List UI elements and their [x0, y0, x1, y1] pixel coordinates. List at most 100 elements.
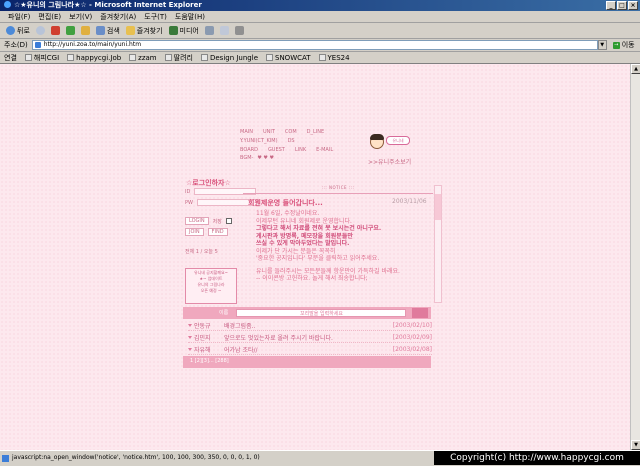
nav-main[interactable]: MAIN — [240, 128, 253, 137]
menu-edit[interactable]: 편집(E) — [38, 11, 61, 22]
menu-tools[interactable]: 도구(T) — [144, 11, 167, 22]
comment-author: 안동규 — [194, 323, 211, 330]
media-button[interactable]: 미디어 — [168, 26, 199, 36]
nav-yyuni[interactable]: Y.YUNI(CT_KIM) — [240, 137, 278, 146]
post-title[interactable]: 회원제운영 들어갑니다... — [248, 198, 323, 208]
post-body: 11월 6일, 수정날이네요. 이제부턴 유니네 회원제로 운영합니다. 그렇다… — [256, 210, 446, 283]
join-button[interactable]: JOIN — [185, 228, 204, 236]
comment-row[interactable]: 안동규 배경그림좀.. [2003/02/10] — [188, 321, 432, 331]
site-nav: MAIN UNIT COM D_LINE Y.YUNI(CT_KIM) DS B… — [240, 128, 360, 161]
post-line: 이제부턴 유니네 회원제로 운영합니다. — [256, 217, 352, 225]
nav-com[interactable]: COM — [285, 128, 297, 137]
nav-unit[interactable]: UNIT — [263, 128, 275, 137]
menu-help[interactable]: 도움말(H) — [175, 11, 205, 22]
link-page-icon — [318, 53, 326, 61]
nav-ds[interactable]: DS — [288, 137, 295, 146]
back-arrow-icon — [6, 26, 15, 35]
nav-bgm[interactable]: BGM- — [240, 155, 253, 161]
visit-counter: 전체 1 / 오늘 5 — [185, 249, 218, 255]
notice-scrollbar[interactable] — [434, 185, 442, 303]
login-buttons-row: LOGIN 저장 — [185, 217, 232, 225]
login-button[interactable]: LOGIN — [185, 217, 209, 225]
address-input[interactable]: http://yuni.zoa.to/main/yuni.htm — [31, 40, 598, 50]
link-page-icon — [67, 53, 75, 61]
triangle-bullet-icon — [188, 348, 192, 351]
save-checkbox[interactable] — [225, 218, 232, 224]
menu-bar: 파일(F) 편집(E) 보기(V) 즐겨찾기(A) 도구(T) 도움말(H) — [0, 11, 640, 23]
reply-submit-button[interactable] — [412, 308, 428, 318]
comment-text: 배경그림좀.. — [224, 323, 256, 330]
back-button[interactable]: 뒤로 — [6, 26, 30, 36]
pager-links[interactable]: 1 [2][3]... [288] — [190, 358, 229, 364]
girl-face-icon — [370, 134, 384, 149]
search-button[interactable]: 검색 — [95, 26, 120, 36]
comment-row[interactable]: 자유해 어가남 조타// [2003/02/08] — [188, 345, 432, 355]
avatar: 유니네 — [368, 133, 410, 157]
copyright-banner: Copyright(c) http://www.happycgi.com — [434, 451, 640, 465]
nav-dline[interactable]: D_LINE — [307, 128, 325, 137]
go-button[interactable]: → 이동 — [612, 40, 635, 50]
comment-author: 김민지 — [194, 335, 211, 342]
link-item[interactable]: 해피CGI — [24, 53, 59, 63]
menu-view[interactable]: 보기(V) — [69, 11, 92, 22]
toolbar: 뒤로 검색 즐겨찾기 미디어 — [0, 23, 640, 39]
search-label: 검색 — [106, 26, 120, 35]
back-label: 뒤로 — [17, 26, 30, 35]
post-line: 11월 6일, 수정날이네요. — [256, 210, 320, 217]
refresh-button[interactable] — [65, 26, 75, 35]
mail-button[interactable] — [219, 26, 229, 35]
nav-board[interactable]: BOARD — [240, 146, 258, 155]
yuni-address-link[interactable]: >>유니주소보기 — [368, 157, 411, 166]
forward-button[interactable] — [35, 26, 45, 35]
post-line: -- 이이콘방 고헌하요. 놀게 해서 죄송합니다; — [256, 275, 368, 282]
stop-button[interactable] — [50, 26, 60, 35]
scroll-up-button[interactable]: ▲ — [631, 64, 640, 74]
print-button[interactable] — [234, 26, 244, 35]
link-item[interactable]: zzam — [129, 53, 157, 62]
scroll-down-button[interactable]: ▼ — [631, 440, 640, 450]
ie-logo-icon — [4, 1, 11, 8]
nav-email[interactable]: E-MAIL — [316, 146, 333, 155]
links-label: 연결 — [4, 53, 17, 62]
link-label: YES24 — [327, 53, 350, 62]
menu-file[interactable]: 파일(F) — [8, 11, 30, 22]
stop-icon — [50, 26, 60, 35]
nav-guest[interactable]: GUEST — [268, 146, 285, 155]
history-button[interactable] — [204, 26, 214, 35]
status-text: javascript:na_open_window('notice', 'not… — [12, 454, 260, 461]
address-label: 주소(D) — [4, 41, 28, 49]
minimize-button[interactable]: _ — [606, 1, 616, 10]
link-item[interactable]: Design Jungle — [200, 53, 258, 62]
menu-favorites[interactable]: 즐겨찾기(A) — [100, 11, 136, 22]
link-label: zzam — [138, 53, 157, 62]
post-line: 이제가 단 가시는 분들은 꼭꼭히 — [256, 247, 336, 255]
comment-row[interactable]: 김민지 앞으로도 멋있는자료 올려 주시기 바랍니다. [2003/02/09] — [188, 333, 432, 343]
find-button[interactable]: FIND — [207, 228, 228, 236]
link-label: happycgi.Job — [76, 53, 122, 62]
link-page-icon — [24, 53, 32, 61]
comment-date: [2003/02/08] — [392, 346, 432, 353]
link-item[interactable]: 딸려리 — [164, 53, 193, 63]
link-item[interactable]: YES24 — [318, 53, 350, 62]
go-arrow-icon: → — [612, 41, 620, 49]
join-buttons-row: JOIN FIND — [185, 228, 228, 236]
triangle-bullet-icon — [188, 324, 192, 327]
pw-label: PW — [185, 199, 193, 206]
media-label: 미디어 — [179, 26, 199, 35]
address-dropdown-button[interactable]: ▼ — [597, 40, 607, 50]
favorites-button[interactable]: 즐겨찾기 — [125, 26, 163, 36]
comment-date: [2003/02/09] — [392, 334, 432, 341]
comment-author: 자유해 — [194, 347, 211, 354]
nav-link[interactable]: LINK — [295, 146, 306, 155]
home-button[interactable] — [80, 26, 90, 35]
maximize-button[interactable]: □ — [617, 1, 627, 10]
link-item[interactable]: SNOWCAT — [266, 53, 311, 62]
notice-scroll-thumb[interactable] — [435, 194, 441, 220]
link-page-icon — [129, 53, 137, 61]
link-item[interactable]: happycgi.Job — [67, 53, 122, 62]
post-line: 유니를 들러주시는 모든분들께 항운만이 가득하길 바래요. — [256, 267, 400, 275]
page-scrollbar[interactable]: ▲ ▼ — [630, 64, 640, 450]
post-date: 2003/11/06 — [392, 198, 427, 205]
close-button[interactable]: × — [628, 1, 638, 10]
notice-box[interactable]: 유니네 공지할께요~ ★~ 업데이트 유니의 그림나라 오픈 예정 ~ — [185, 268, 237, 304]
